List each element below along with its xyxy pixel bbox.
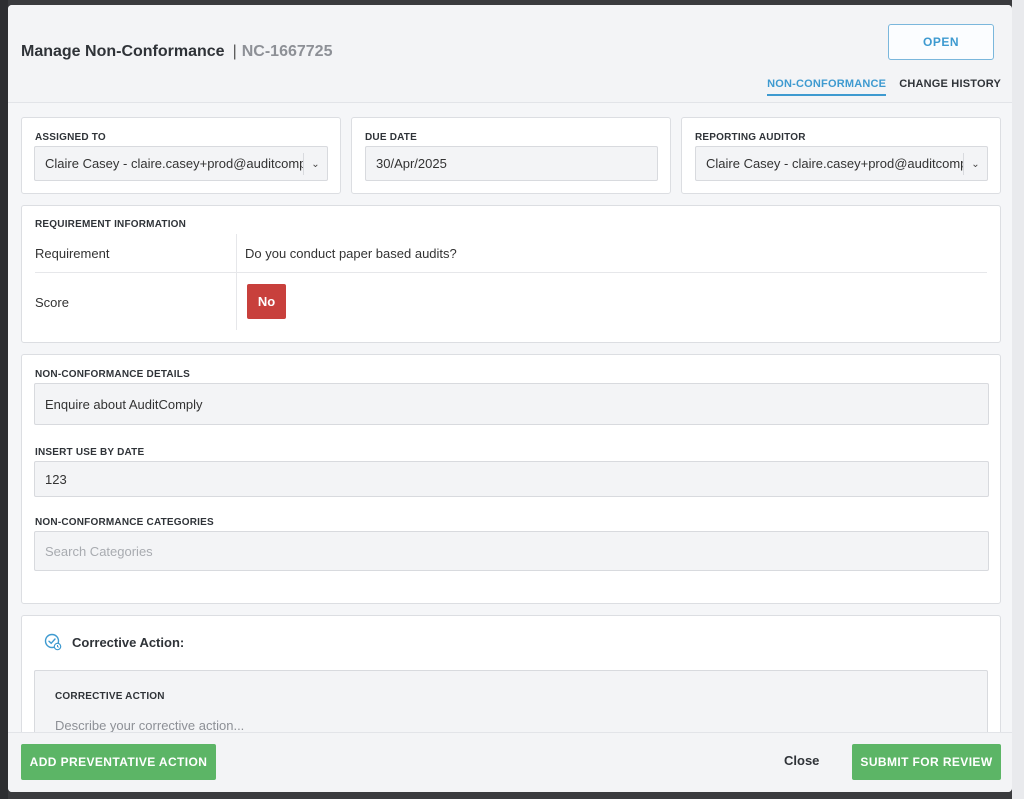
- nc-categories-label: NON-CONFORMANCE CATEGORIES: [35, 517, 214, 528]
- reporting-auditor-label: REPORTING AUDITOR: [695, 132, 806, 143]
- modal-footer: ADD PREVENTATIVE ACTION Close SUBMIT FOR…: [8, 732, 1012, 792]
- nc-id: NC-1667725: [241, 43, 333, 60]
- due-date-card: DUE DATE 30/Apr/2025: [351, 117, 671, 194]
- categories-placeholder: Search Categories: [45, 543, 153, 559]
- clock-check-icon: [44, 633, 62, 651]
- row-divider: [35, 272, 987, 273]
- submit-for-review-button[interactable]: SUBMIT FOR REVIEW: [852, 744, 1001, 780]
- background-left: [0, 0, 8, 799]
- corrective-action-title: Corrective Action:: [72, 635, 185, 650]
- chevron-down-icon: ⌄: [963, 153, 987, 175]
- score-row: Score: [35, 295, 987, 310]
- requirement-value: Do you conduct paper based audits?: [245, 246, 457, 261]
- close-button[interactable]: Close: [784, 753, 819, 768]
- background-right: [1012, 0, 1024, 799]
- title-separator: |: [232, 43, 237, 60]
- use-by-date-value: 123: [45, 471, 67, 487]
- manage-nc-modal: Manage Non-Conformance | NC-1667725 OPEN…: [8, 5, 1012, 792]
- due-date-field[interactable]: 30/Apr/2025: [365, 146, 658, 181]
- title-row: Manage Non-Conformance | NC-1667725: [21, 43, 332, 61]
- nc-details-value: Enquire about AuditComply: [45, 396, 203, 412]
- modal-tabs: NON-CONFORMANCE CHANGE HISTORY: [767, 78, 1001, 96]
- assigned-to-label: ASSIGNED TO: [35, 132, 106, 143]
- score-badge: No: [247, 284, 286, 319]
- use-by-date-label: INSERT USE BY DATE: [35, 447, 145, 458]
- requirement-row: Requirement Do you conduct paper based a…: [35, 246, 987, 261]
- due-date-label: DUE DATE: [365, 132, 417, 143]
- chevron-down-icon: ⌄: [303, 153, 327, 175]
- corrective-action-box: CORRECTIVE ACTION Describe your correcti…: [34, 670, 988, 732]
- nc-details-card: NON-CONFORMANCE DETAILS Enquire about Au…: [21, 354, 1001, 604]
- corrective-action-input[interactable]: Describe your corrective action...: [55, 718, 244, 732]
- modal-title: Manage Non-Conformance: [21, 43, 225, 60]
- reporting-auditor-select[interactable]: Claire Casey - claire.casey+prod@auditco…: [695, 146, 988, 181]
- modal-header: Manage Non-Conformance | NC-1667725 OPEN…: [8, 5, 1012, 103]
- nc-details-input[interactable]: Enquire about AuditComply: [34, 383, 989, 425]
- score-label: Score: [35, 295, 69, 310]
- requirement-info-label: REQUIREMENT INFORMATION: [35, 219, 187, 230]
- tab-non-conformance[interactable]: NON-CONFORMANCE: [767, 78, 887, 96]
- use-by-date-input[interactable]: 123: [34, 461, 989, 497]
- add-preventative-action-button[interactable]: ADD PREVENTATIVE ACTION: [21, 744, 216, 780]
- assigned-to-select[interactable]: Claire Casey - claire.casey+prod@auditco…: [34, 146, 328, 181]
- tab-change-history[interactable]: CHANGE HISTORY: [899, 78, 1001, 96]
- corrective-action-label: CORRECTIVE ACTION: [55, 691, 165, 702]
- due-date-value: 30/Apr/2025: [376, 156, 447, 171]
- nc-details-label: NON-CONFORMANCE DETAILS: [35, 369, 190, 380]
- categories-search-input[interactable]: Search Categories: [34, 531, 989, 571]
- assigned-to-card: ASSIGNED TO Claire Casey - claire.casey+…: [21, 117, 341, 194]
- status-open-button[interactable]: OPEN: [888, 24, 994, 60]
- reporting-auditor-card: REPORTING AUDITOR Claire Casey - claire.…: [681, 117, 1001, 194]
- requirement-info-card: REQUIREMENT INFORMATION Requirement Do y…: [21, 205, 1001, 343]
- assigned-to-value: Claire Casey - claire.casey+prod@auditco…: [45, 156, 328, 171]
- modal-content[interactable]: ASSIGNED TO Claire Casey - claire.casey+…: [8, 104, 1012, 732]
- reporting-auditor-value: Claire Casey - claire.casey+prod@auditco…: [706, 156, 988, 171]
- corrective-action-card: Corrective Action: CORRECTIVE ACTION Des…: [21, 615, 1001, 732]
- requirement-label: Requirement: [35, 246, 110, 261]
